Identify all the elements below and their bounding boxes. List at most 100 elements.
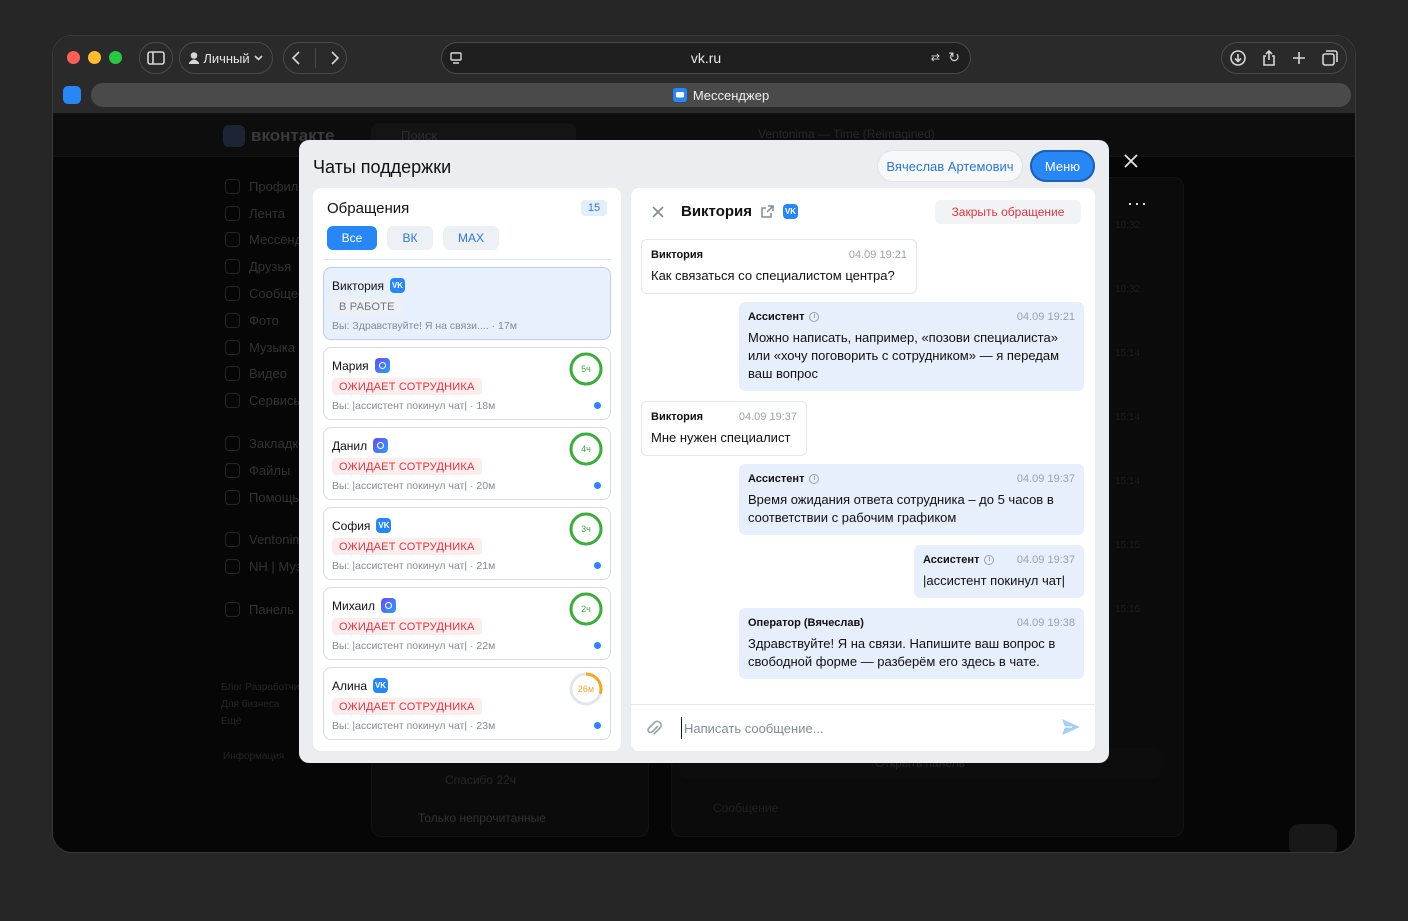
- message-author: Виктория: [651, 249, 703, 261]
- reload-icon[interactable]: ↻: [948, 49, 960, 66]
- share-icon[interactable]: [1262, 50, 1276, 66]
- minimize-window-button[interactable]: [88, 51, 101, 64]
- tickets-count-badge: 15: [581, 200, 607, 216]
- menu-button[interactable]: Меню: [1030, 150, 1095, 182]
- wait-timer: 4ч: [569, 432, 603, 466]
- message-author-text: Виктория: [651, 249, 704, 261]
- modal-close-button[interactable]: [1124, 154, 1144, 174]
- unread-dot: [594, 482, 601, 489]
- message-bubble: Виктория 04.09 19:21 Как связаться со спе…: [641, 239, 917, 294]
- ticket-name: София VK: [332, 518, 392, 533]
- sidebar-icon: [147, 51, 165, 65]
- person-icon: [189, 52, 200, 64]
- page-settings-icon[interactable]: [450, 52, 464, 64]
- message-author-text: Виктория: [651, 411, 704, 423]
- message-text: Мне нужен специалист: [651, 430, 791, 445]
- ticket-last-message: Вы: |ассистент покинул чат| · 21м: [332, 560, 496, 572]
- channel-filters: Все ВК MAX: [327, 226, 499, 250]
- info-icon[interactable]: i: [809, 474, 820, 484]
- messenger-tab-icon: [672, 88, 687, 102]
- message-author: Ассистент i: [923, 554, 995, 566]
- message-header: Ассистент i 04.09 19:37: [748, 473, 1075, 485]
- active-tab[interactable]: Мессенджер: [91, 83, 1351, 107]
- ticket-last-message: Вы: |ассистент покинул чат| · 18м: [332, 400, 496, 412]
- close-ticket-button[interactable]: Закрыть обращение: [935, 200, 1081, 224]
- message-header: Виктория 04.09 19:37: [651, 411, 797, 423]
- message-text: Время ожидания ответа сотрудника – до 5 …: [748, 492, 1054, 525]
- address-bar[interactable]: vk.ru ⇄ ↻: [441, 42, 971, 74]
- tickets-panel: Обращения 15 Все ВК MAX Виктория VK В РАБ…: [313, 188, 621, 751]
- translate-icon[interactable]: ⇄: [931, 51, 940, 64]
- max-channel-icon: [373, 438, 389, 453]
- ticket-item[interactable]: Мария ОЖИДАЕТ СОТРУДНИКА Вы: |ассистент …: [323, 347, 611, 420]
- wait-timer-label: 4ч: [581, 444, 591, 454]
- message-time: 04.09 19:37: [1016, 554, 1075, 566]
- window-controls: [67, 51, 122, 64]
- download-icon[interactable]: [1230, 50, 1246, 66]
- info-icon[interactable]: i: [984, 555, 995, 565]
- ticket-item[interactable]: Виктория VK В РАБОТЕ Вы: Здравствуйте! Я …: [323, 267, 611, 340]
- close-window-button[interactable]: [67, 51, 80, 64]
- message-author: Ассистент i: [748, 311, 820, 323]
- message-text: Здравствуйте! Я на связи. Напишите ваш в…: [748, 636, 1056, 669]
- message-author-text: Ассистент: [923, 554, 980, 566]
- message-header: Оператор (Вячеслав) 04.09 19:38: [748, 617, 1075, 629]
- back-icon[interactable]: [291, 51, 300, 65]
- message-text: Можно написать, например, «позови специа…: [748, 330, 1060, 381]
- ticket-name-text: София: [332, 518, 371, 533]
- agent-button[interactable]: Вячеслав Артемович: [877, 150, 1023, 182]
- message-author: Оператор (Вячеслав): [748, 617, 864, 629]
- vk-channel-icon: VK: [390, 278, 406, 293]
- message-input[interactable]: [681, 717, 1051, 739]
- filter-vk[interactable]: ВК: [387, 226, 433, 250]
- more-icon[interactable]: ···: [1127, 193, 1148, 214]
- chat-close-button[interactable]: [651, 205, 665, 219]
- new-tab-icon[interactable]: [1292, 51, 1306, 65]
- nav-divider: [314, 48, 316, 68]
- message-header: Ассистент i 04.09 19:21: [748, 311, 1075, 323]
- close-icon: [1124, 154, 1138, 168]
- sidebar-toggle-button[interactable]: [139, 42, 173, 74]
- ticket-name-text: Михаил: [332, 598, 375, 613]
- filter-max[interactable]: MAX: [443, 226, 499, 250]
- send-icon: [1062, 719, 1080, 735]
- pinned-tab-vk[interactable]: [63, 86, 81, 104]
- wait-timer-label: 3ч: [581, 524, 591, 534]
- message-author: Ассистент i: [748, 473, 820, 485]
- ticket-last-message: Вы: |ассистент покинул чат| · 20м: [332, 480, 496, 492]
- ticket-item[interactable]: Михаил ОЖИДАЕТ СОТРУДНИКА Вы: |ассистент…: [323, 587, 611, 660]
- message-bubble: Ассистент i 04.09 19:37 |ассистент покинул…: [914, 545, 1084, 598]
- external-link-icon[interactable]: [760, 204, 775, 219]
- ticket-name: Алина VK: [332, 678, 389, 693]
- unread-dot: [594, 402, 601, 409]
- status-badge: В РАБОТЕ: [332, 298, 402, 315]
- message-time: 04.09 19:37: [1016, 473, 1075, 485]
- ticket-last-message: Вы: Здравствуйте! Я на связи.... · 17м: [332, 320, 517, 332]
- tab-overview-icon[interactable]: [1322, 50, 1338, 66]
- attach-button[interactable]: [645, 718, 663, 743]
- ticket-name: Михаил: [332, 598, 396, 613]
- ticket-item[interactable]: Данил ОЖИДАЕТ СОТРУДНИКА Вы: |ассистент …: [323, 427, 611, 500]
- message-composer: [631, 704, 1095, 751]
- forward-icon[interactable]: [330, 51, 339, 65]
- vk-channel-icon: VK: [783, 204, 799, 219]
- message-time: 04.09 19:21: [848, 249, 907, 261]
- ticket-item[interactable]: Алина VK ОЖИДАЕТ СОТРУДНИКА Вы: |ассистен…: [323, 667, 611, 740]
- send-button[interactable]: [1061, 718, 1081, 741]
- ticket-name-text: Алина: [332, 678, 368, 693]
- chat-contact-name: Виктория: [681, 203, 753, 220]
- info-icon[interactable]: i: [809, 312, 820, 322]
- tickets-divider: [323, 259, 611, 260]
- wait-timer: 5ч: [569, 352, 603, 386]
- profile-button[interactable]: Личный: [179, 42, 273, 74]
- zoom-window-button[interactable]: [109, 51, 122, 64]
- filter-all[interactable]: Все: [327, 226, 377, 250]
- ticket-name: Мария: [332, 358, 390, 373]
- message-text: Как связаться со специалистом центра?: [651, 268, 895, 283]
- wait-timer-label: 5ч: [581, 364, 591, 374]
- unread-dot: [594, 562, 601, 569]
- nav-buttons: [283, 42, 347, 74]
- support-chats-modal: Чаты поддержки Вячеслав Артемович Меню О…: [299, 140, 1109, 763]
- ticket-item[interactable]: София VK ОЖИДАЕТ СОТРУДНИКА Вы: |ассистен…: [323, 507, 611, 580]
- status-badge: ОЖИДАЕТ СОТРУДНИКА: [332, 618, 482, 635]
